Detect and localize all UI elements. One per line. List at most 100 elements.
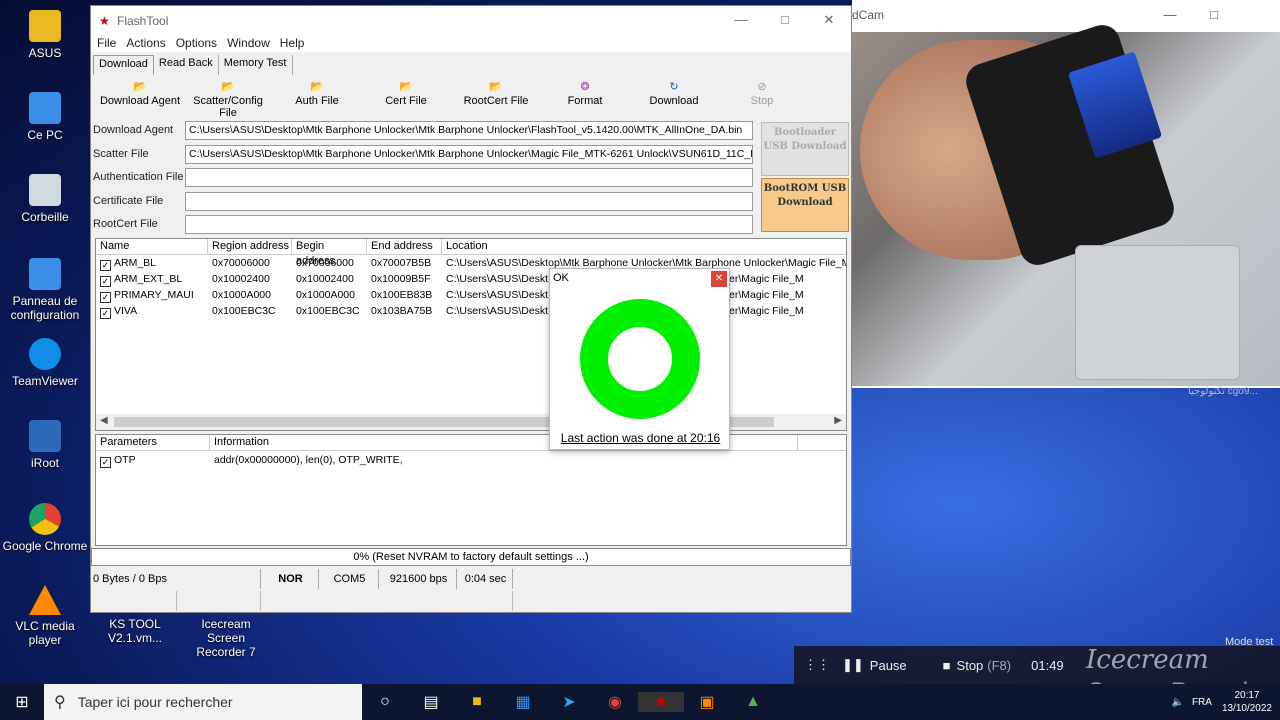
menu-window[interactable]: Window bbox=[227, 36, 270, 52]
close-icon[interactable]: ✕ bbox=[807, 6, 851, 34]
table-row[interactable]: ✓ OTP addr(0x00000000), len(0), OTP_WRITE… bbox=[96, 451, 846, 469]
cert-file-button[interactable]: 📂 Cert File bbox=[381, 80, 431, 107]
table-row[interactable]: ✓ VIVA 0x100EBC3C 0x100EBC3C 0x103BA75B C… bbox=[96, 303, 846, 319]
desktop-icon-label: Corbeille bbox=[21, 210, 69, 224]
scroll-left-icon[interactable]: ◀ bbox=[100, 415, 108, 426]
toolbar-label: Stop bbox=[750, 95, 774, 107]
clock[interactable]: 20:17 13/10/2022 bbox=[1222, 689, 1272, 715]
checkbox[interactable]: ✓ bbox=[100, 276, 111, 287]
close-icon[interactable] bbox=[1236, 0, 1280, 30]
window-title: FlashTool bbox=[117, 14, 169, 28]
stop-button[interactable]: ⊘ Stop bbox=[747, 80, 777, 107]
stop-icon[interactable]: ■ bbox=[943, 658, 951, 673]
control-panel-icon bbox=[29, 258, 61, 290]
ok-dialog: OK ✕ Last action was done at 20:16 bbox=[549, 268, 730, 450]
col-parameters[interactable]: Parameters bbox=[96, 435, 210, 450]
rootcert-file-button[interactable]: 📂 RootCert File bbox=[463, 80, 529, 107]
desktop-icon-iroot[interactable]: iRoot bbox=[2, 420, 88, 470]
checkbox[interactable]: ✓ bbox=[100, 260, 111, 271]
tab-read-back[interactable]: Read Back bbox=[154, 55, 219, 75]
teamviewer-icon bbox=[29, 338, 61, 370]
scatter-config-button[interactable]: 📂 Scatter/Config File bbox=[185, 80, 271, 119]
download-agent-input[interactable]: C:\Users\ASUS\Desktop\Mtk Barphone Unloc… bbox=[185, 121, 753, 140]
col-region-address[interactable]: Region address bbox=[208, 239, 292, 254]
desktop-icon-ce-pc[interactable]: Ce PC bbox=[2, 92, 88, 142]
speaker-icon[interactable]: 🔈 bbox=[1171, 697, 1183, 708]
pause-icon[interactable]: ❚❚ bbox=[842, 657, 864, 673]
cortana-icon[interactable]: ○ bbox=[362, 693, 408, 711]
minimize-icon[interactable]: — bbox=[719, 6, 763, 34]
system-tray: 🔈 FRA 20:17 13/10/2022 bbox=[1171, 684, 1272, 720]
desktop-icon-asus[interactable]: ASUS bbox=[2, 10, 88, 60]
desktop-icon-label: Icecream Screen Recorder 7 bbox=[196, 617, 256, 659]
col-location[interactable]: Location bbox=[442, 239, 846, 254]
tab-download[interactable]: Download bbox=[93, 55, 154, 75]
auth-file-button[interactable]: 📂 Auth File bbox=[291, 80, 343, 107]
scatter-file-input[interactable]: C:\Users\ASUS\Desktop\Mtk Barphone Unloc… bbox=[185, 144, 753, 164]
task-view-icon[interactable]: ▤ bbox=[408, 692, 454, 712]
download-agent-button[interactable]: 📂 Download Agent bbox=[99, 80, 181, 107]
rootcert-file-input[interactable] bbox=[185, 215, 753, 234]
menu-file[interactable]: File bbox=[97, 36, 116, 52]
desktop-icon-corbeille[interactable]: Corbeille bbox=[2, 174, 88, 224]
desktop-icon-teamviewer[interactable]: TeamViewer bbox=[2, 338, 88, 388]
search-box[interactable]: ⚲ Taper ici pour rechercher bbox=[44, 684, 362, 720]
telegram-icon[interactable]: ➤ bbox=[546, 692, 592, 712]
horizontal-scrollbar[interactable]: ◀ ▶ bbox=[96, 414, 846, 430]
minimize-icon[interactable]: — bbox=[1148, 0, 1192, 30]
table-row[interactable]: ✓ ARM_EXT_BL 0x10002400 0x10002400 0x1000… bbox=[96, 271, 846, 287]
certificate-file-input[interactable] bbox=[185, 191, 753, 211]
tab-memory-test[interactable]: Memory Test bbox=[219, 55, 293, 75]
vlc-icon bbox=[29, 585, 61, 615]
col-begin-address[interactable]: Begin address bbox=[292, 239, 367, 267]
menu-actions[interactable]: Actions bbox=[126, 36, 165, 52]
close-icon[interactable]: ✕ bbox=[711, 271, 727, 287]
pause-button[interactable]: Pause bbox=[870, 658, 907, 673]
desktop-icon-kstool[interactable]: KS TOOL V2.1.vm... bbox=[92, 617, 178, 645]
windows-start-icon[interactable]: ⊞ bbox=[0, 692, 44, 712]
desktop-icon-icecream[interactable]: Icecream Screen Recorder 7 bbox=[183, 617, 269, 659]
desktop-icon-vlc[interactable]: VLC media player bbox=[2, 585, 88, 647]
toolbar-label: RootCert File bbox=[463, 95, 529, 107]
bootrom-usb-download-button[interactable]: BootROM USB Download bbox=[761, 178, 849, 232]
icecream-recorder-icon[interactable]: ▣ bbox=[684, 692, 730, 712]
field-authentication-file: Authentication File bbox=[93, 166, 757, 190]
table-row[interactable]: ✓ PRIMARY_MAUI 0x1000A000 0x1000A000 0x10… bbox=[96, 287, 846, 303]
field-label: Download Agent bbox=[93, 124, 174, 136]
maximize-icon[interactable]: □ bbox=[1192, 0, 1236, 30]
checkbox[interactable]: ✓ bbox=[100, 292, 111, 303]
search-icon: ⚲ bbox=[54, 694, 66, 711]
region-address: 0x10002400 bbox=[212, 273, 270, 285]
desktop-icon-chrome[interactable]: Google Chrome bbox=[2, 503, 88, 553]
stop-button[interactable]: Stop bbox=[957, 658, 984, 673]
authentication-file-input[interactable] bbox=[185, 168, 753, 187]
region-name: ARM_EXT_BL bbox=[114, 273, 183, 285]
folder-open-icon: 📂 bbox=[489, 81, 503, 93]
menu-help[interactable]: Help bbox=[280, 36, 305, 52]
stop-icon: ⊘ bbox=[757, 81, 767, 93]
format-button[interactable]: ❂ Format bbox=[565, 80, 605, 107]
download-button[interactable]: ↻ Download bbox=[649, 80, 699, 107]
end-address: 0x103BA75B bbox=[371, 305, 433, 317]
store-icon[interactable]: ▦ bbox=[500, 692, 546, 712]
scroll-right-icon[interactable]: ▶ bbox=[834, 415, 842, 426]
region-table-header: Name Region address Begin address End ad… bbox=[96, 239, 846, 267]
drag-handle-icon[interactable]: ⋮⋮ bbox=[804, 657, 830, 673]
begin-address: 0x100EBC3C bbox=[296, 305, 360, 317]
desktop-icon-panneau[interactable]: Panneau de configuration bbox=[2, 258, 88, 322]
language-indicator[interactable]: FRA bbox=[1192, 697, 1212, 708]
maximize-icon[interactable]: □ bbox=[763, 6, 807, 34]
col-name[interactable]: Name bbox=[96, 239, 208, 254]
status-bar: 0 Bytes / 0 Bps NOR COM5 921600 bps 0:04… bbox=[91, 569, 851, 589]
clock-date: 13/10/2022 bbox=[1221, 703, 1272, 714]
android-tool-icon[interactable]: ▲ bbox=[730, 693, 776, 711]
table-row[interactable]: ✓ ARM_BL 0x70006000 0x70006000 0x70007B5B… bbox=[96, 255, 846, 271]
flashtool-taskbar-icon[interactable]: ★ bbox=[638, 692, 684, 712]
col-end-address[interactable]: End address bbox=[367, 239, 442, 254]
checkbox[interactable]: ✓ bbox=[100, 457, 111, 468]
chrome-icon[interactable]: ◉ bbox=[592, 692, 638, 712]
bootloader-usb-download-button[interactable]: Bootloader USB Download bbox=[761, 122, 849, 176]
file-explorer-icon[interactable]: ■ bbox=[454, 693, 500, 711]
menu-options[interactable]: Options bbox=[176, 36, 217, 52]
checkbox[interactable]: ✓ bbox=[100, 308, 111, 319]
